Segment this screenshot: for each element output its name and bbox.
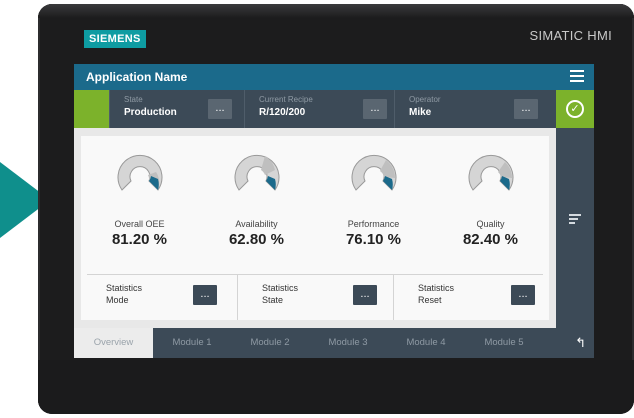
gauge-icon [351, 154, 397, 191]
operator-value: Mike [409, 107, 432, 118]
kpi-value: 76.10 % [345, 231, 402, 248]
tab-module-5[interactable]: Module 5 [465, 328, 543, 358]
statistics-mode-button[interactable]: ... [193, 285, 217, 305]
siemens-logo: SIEMENS [84, 30, 146, 48]
right-sidebar [556, 128, 594, 328]
check-circle-icon: ✓ [566, 100, 584, 118]
tab-module-4[interactable]: Module 4 [387, 328, 465, 358]
recipe-cell: Current Recipe R/120/200 ... [244, 90, 396, 128]
gauge-icon [468, 154, 514, 191]
device-model-label: SIMATIC HMI [529, 28, 612, 43]
sort-lines-icon[interactable] [569, 214, 581, 226]
kpi-value: 62.80 % [228, 231, 285, 248]
state-value: Production [124, 107, 177, 118]
gauge-icon [117, 154, 163, 191]
state-label: State [124, 95, 143, 104]
app-header: Application Name [74, 64, 594, 90]
hamburger-icon[interactable] [570, 70, 584, 83]
stat-label: Statistics State [262, 283, 299, 305]
operator-label: Operator [409, 95, 441, 104]
confirm-button[interactable]: ✓ [556, 90, 594, 128]
stat-label: Statistics Mode [106, 283, 143, 305]
kpi-value: 82.40 % [462, 231, 519, 248]
state-cell: State Production ... [109, 90, 257, 128]
kpi-label: Availability [235, 219, 278, 229]
stat-label: Statistics Reset [418, 283, 455, 305]
tab-module-1[interactable]: Module 1 [153, 328, 231, 358]
status-indicator [74, 90, 109, 128]
tab-overview[interactable]: Overview [74, 328, 153, 358]
statistics-state-button[interactable]: ... [353, 285, 377, 305]
tab-module-3[interactable]: Module 3 [309, 328, 387, 358]
operator-more-button[interactable]: ... [514, 99, 538, 119]
background-teal-shape [0, 162, 40, 238]
back-arrow-icon[interactable]: ↰ [575, 336, 586, 349]
app-title: Application Name [86, 70, 188, 84]
module-tabs: Overview Module 1 Module 2 Module 3 Modu… [74, 328, 594, 358]
overview-panel: Overall OEE 81.20 % Availability 62.80 %… [81, 136, 549, 320]
kpi-value: 81.20 % [111, 231, 168, 248]
hmi-screen: Application Name State Production ... Cu… [74, 64, 594, 358]
operator-cell: Operator Mike ... [394, 90, 556, 128]
recipe-more-button[interactable]: ... [363, 99, 387, 119]
kpi-performance: Performance 76.10 % [315, 136, 432, 252]
status-bar: State Production ... Current Recipe R/12… [74, 90, 594, 128]
gauge-icon [234, 154, 280, 191]
tab-module-2[interactable]: Module 2 [231, 328, 309, 358]
statistics-reset-button[interactable]: ... [511, 285, 535, 305]
kpi-label: Overall OEE [114, 219, 165, 229]
device-top-bezel [38, 4, 634, 18]
statistics-state: Statistics State ... [237, 275, 393, 320]
kpi-availability: Availability 62.80 % [198, 136, 315, 252]
kpi-quality: Quality 82.40 % [432, 136, 549, 252]
statistics-mode: Statistics Mode ... [81, 275, 237, 320]
kpi-label: Performance [347, 219, 400, 229]
recipe-label: Current Recipe [259, 95, 313, 104]
kpi-overall-oee: Overall OEE 81.20 % [81, 136, 198, 252]
device-bottom-bezel [38, 360, 634, 414]
recipe-value: R/120/200 [259, 107, 306, 118]
statistics-reset: Statistics Reset ... [393, 275, 549, 320]
state-more-button[interactable]: ... [208, 99, 232, 119]
kpi-label: Quality [476, 219, 505, 229]
